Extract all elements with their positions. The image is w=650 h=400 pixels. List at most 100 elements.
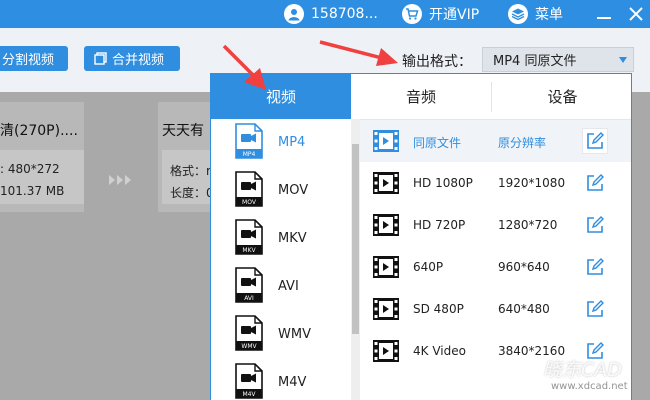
resolution-value: 原分辨率 [498, 136, 547, 150]
merge-video-button[interactable]: 合并视频 [84, 46, 180, 71]
format-name: WMV [278, 327, 311, 342]
resolution-item[interactable]: 640P 960*640 [360, 246, 631, 288]
resolution-item[interactable]: SD 480P 640*480 [360, 288, 631, 330]
tab-device[interactable]: 设备 [492, 74, 631, 119]
resolution-name: HD 720P [413, 218, 466, 232]
app-window: 158708... 开通VIP 菜单 分割视频 合并视频 输出格式： MP4 同… [0, 0, 650, 400]
split-video-button[interactable]: 分割视频 [0, 46, 68, 71]
output-format-info: 格式：r [170, 164, 211, 178]
file-type-tag: MP4 [243, 151, 256, 158]
video-file-icon: M4V [235, 363, 263, 399]
film-icon [373, 214, 399, 236]
file-type-tag: WMV [241, 343, 257, 350]
edit-icon [587, 258, 604, 275]
format-item-avi[interactable]: AVI AVI [211, 263, 351, 311]
tab-audio-label: 音频 [405, 88, 436, 106]
video-file-icon: MOV [235, 171, 263, 207]
tab-device-label: 设备 [547, 88, 578, 106]
merge-video-label: 合并视频 [112, 53, 165, 68]
resolution-name: 4K Video [413, 344, 466, 358]
resolution-value: 1280*720 [498, 218, 558, 232]
film-icon [373, 340, 399, 362]
chevron-down-icon [619, 57, 627, 63]
watermark-url: www.xdcad.net [551, 381, 628, 392]
tab-audio[interactable]: 音频 [351, 74, 491, 119]
file-type-tag: M4V [242, 391, 256, 398]
split-video-label: 分割视频 [2, 53, 55, 68]
vip-label: 开通VIP [429, 7, 480, 23]
menu-label: 菜单 [535, 7, 563, 23]
resolution-item[interactable]: HD 1080P 1920*1080 [360, 162, 631, 204]
edit-icon [587, 174, 604, 191]
edit-button[interactable] [582, 254, 608, 280]
vip-button[interactable]: 开通VIP [402, 0, 479, 28]
file-resolution: : 480*272 [0, 162, 60, 176]
watermark-brand: 晓东CAD [543, 359, 622, 381]
edit-icon [587, 216, 604, 233]
edit-button[interactable] [582, 296, 608, 322]
video-file-icon: MP4 [235, 123, 263, 159]
film-icon [373, 172, 399, 194]
format-item-mov[interactable]: MOV MOV [211, 167, 351, 215]
account-label: 158708... [311, 6, 378, 22]
close-icon [629, 7, 643, 21]
forward-arrows-icon [107, 172, 137, 191]
title-bar: 158708... 开通VIP 菜单 [0, 0, 650, 28]
stack-icon [508, 4, 528, 24]
resolution-name: SD 480P [413, 302, 464, 316]
format-item-mkv[interactable]: MKV MKV [211, 215, 351, 263]
edit-icon [587, 132, 604, 149]
edit-button[interactable] [582, 128, 608, 154]
format-popup: 视频 音频 设备 MP4 MP4 MOV MOV MKV MKV AVI AVI WMV WMV M… [210, 73, 632, 400]
menu-button[interactable]: 菜单 [508, 0, 563, 28]
resolution-value: 640*480 [498, 302, 550, 316]
close-button[interactable] [625, 0, 647, 28]
video-file-icon: AVI [235, 267, 263, 303]
film-icon [373, 298, 399, 320]
format-item-m4v[interactable]: M4V M4V [211, 359, 351, 400]
format-list: MP4 MP4 MOV MOV MKV MKV AVI AVI WMV WMV M4V M4V [211, 119, 351, 400]
output-duration-info: 长度：0 [170, 186, 214, 200]
format-name: AVI [278, 279, 299, 294]
video-file-icon: WMV [235, 315, 263, 351]
output-format-value: MP4 同原文件 [493, 54, 577, 69]
user-icon [284, 4, 304, 24]
format-scrollbar[interactable] [351, 119, 360, 400]
scrollbar-thumb[interactable] [352, 144, 359, 334]
film-icon [373, 256, 399, 278]
format-item-mp4[interactable]: MP4 MP4 [211, 119, 351, 167]
file-name: 清(270P).... [0, 123, 78, 139]
file-resolution-value: 480*272 [7, 162, 60, 176]
video-file-icon: MKV [235, 219, 263, 255]
file-type-tag: AVI [244, 295, 254, 302]
resolution-name: HD 1080P [413, 176, 473, 190]
format-item-wmv[interactable]: WMV WMV [211, 311, 351, 359]
cart-icon [402, 4, 422, 24]
file-size: 101.37 MB [0, 184, 65, 198]
output-format-select[interactable]: MP4 同原文件 [482, 47, 634, 72]
resolution-name: 同原文件 [413, 136, 462, 150]
file-type-tag: MOV [242, 199, 257, 206]
edit-button[interactable] [582, 212, 608, 238]
edit-button[interactable] [582, 170, 608, 196]
resolution-value: 1920*1080 [498, 176, 566, 190]
resolution-item[interactable]: 同原文件 原分辨率 [360, 120, 631, 162]
minimize-button[interactable] [593, 0, 615, 28]
resolution-name: 640P [413, 260, 444, 274]
output-file-name: 天天有 [162, 123, 204, 139]
format-name: MP4 [278, 135, 306, 150]
output-format-label: 输出格式： [402, 54, 472, 70]
resolution-item[interactable]: HD 720P 1280*720 [360, 204, 631, 246]
resolution-value: 960*640 [498, 260, 550, 274]
merge-icon [94, 52, 107, 65]
film-icon [373, 130, 399, 152]
tab-video-label: 视频 [265, 88, 296, 106]
file-type-tag: MKV [242, 247, 256, 254]
tab-video[interactable]: 视频 [211, 74, 351, 119]
format-name: MOV [278, 183, 309, 198]
resolution-prefix: : [0, 162, 8, 176]
edit-icon [587, 300, 604, 317]
format-name: MKV [278, 231, 307, 246]
account-button[interactable]: 158708... [284, 0, 378, 28]
minimize-icon [597, 17, 611, 19]
